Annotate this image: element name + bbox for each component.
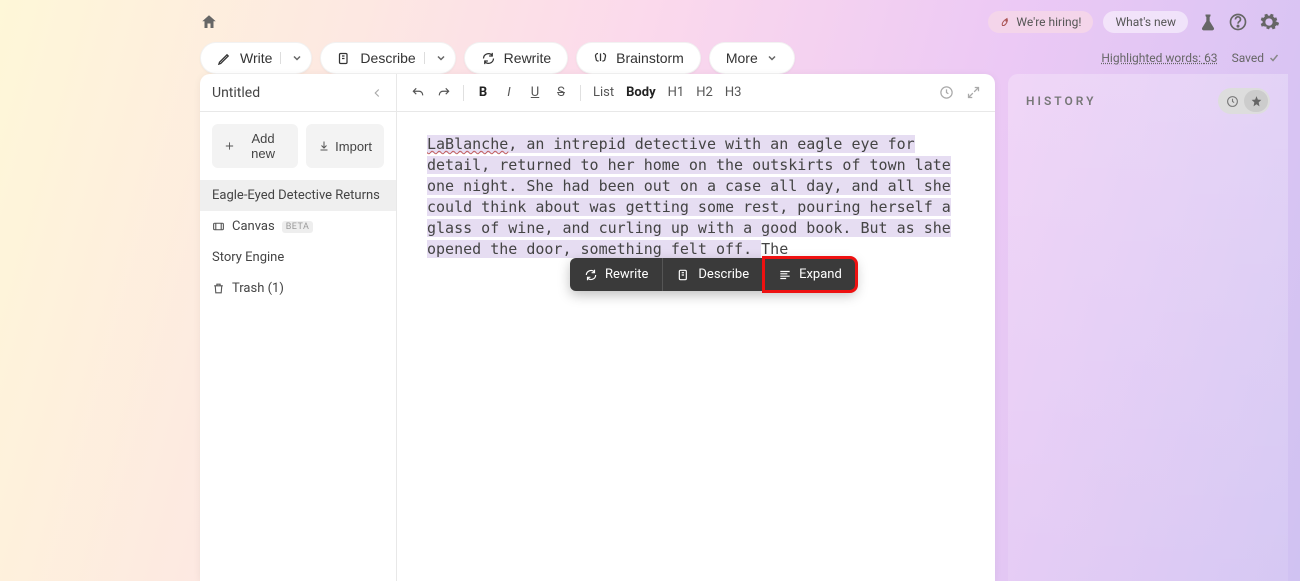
editor: B I U S List Body H1 H2 H3 LaBlanche, an…	[397, 74, 995, 581]
write-button[interactable]: Write	[200, 42, 312, 74]
sidebar-item-trash[interactable]: Trash (1)	[200, 273, 396, 304]
document-content[interactable]: LaBlanche, an intrepid detective with an…	[397, 112, 995, 282]
trailing-text: The	[761, 240, 788, 258]
body-style-button[interactable]: Body	[626, 85, 656, 100]
describe-icon	[677, 268, 691, 282]
whatsnew-label: What's new	[1115, 15, 1176, 29]
more-button[interactable]: More	[709, 42, 795, 74]
rewrite-icon	[584, 268, 598, 282]
clock-icon[interactable]	[939, 85, 954, 100]
star-icon	[1244, 90, 1268, 112]
clock-icon	[1220, 90, 1244, 112]
describe-button[interactable]: Describe	[320, 42, 455, 74]
redo-button[interactable]	[437, 86, 451, 100]
sidebar-item-canvas[interactable]: Canvas BETA	[200, 211, 396, 242]
rewrite-icon	[481, 51, 496, 66]
import-label: Import	[335, 139, 372, 154]
list-item-label: Story Engine	[212, 250, 284, 265]
highlighted-count: Highlighted words: 63	[1101, 51, 1217, 65]
write-label: Write	[240, 50, 272, 66]
expand-text-icon	[778, 268, 792, 282]
collapse-sidebar-icon[interactable]	[370, 86, 384, 100]
h1-button[interactable]: H1	[668, 85, 685, 100]
canvas-icon	[212, 220, 225, 233]
list-item-label: Eagle-Eyed Detective Returns	[212, 188, 380, 203]
h3-button[interactable]: H3	[725, 85, 742, 100]
import-button[interactable]: Import	[306, 124, 384, 168]
plus-icon	[224, 140, 235, 152]
brainstorm-button[interactable]: Brainstorm	[576, 42, 701, 74]
chevron-down-icon	[766, 52, 778, 64]
selection-toolbar: Rewrite Describe Expand	[570, 258, 856, 291]
sidebar-item-storyengine[interactable]: Story Engine	[200, 242, 396, 273]
history-toggle[interactable]	[1218, 88, 1270, 114]
sel-rewrite-button[interactable]: Rewrite	[570, 258, 663, 291]
list-button[interactable]: List	[593, 85, 614, 100]
history-panel: HISTORY	[1008, 74, 1288, 581]
sel-describe-button[interactable]: Describe	[663, 258, 764, 291]
brainstorm-icon	[593, 51, 608, 66]
expand-icon[interactable]	[966, 85, 981, 100]
describe-label: Describe	[360, 50, 415, 66]
flask-icon[interactable]	[1198, 12, 1218, 32]
more-label: More	[726, 50, 758, 66]
whatsnew-pill[interactable]: What's new	[1103, 11, 1188, 33]
sel-rewrite-label: Rewrite	[605, 267, 648, 282]
add-label: Add new	[240, 131, 286, 161]
rocket-icon	[1000, 16, 1012, 28]
history-title: HISTORY	[1026, 94, 1096, 108]
list-item-label: Canvas	[232, 219, 275, 234]
sel-expand-button[interactable]: Expand	[764, 258, 856, 291]
rewrite-button[interactable]: Rewrite	[464, 42, 568, 74]
character-name: LaBlanche	[427, 135, 508, 153]
check-icon	[1268, 52, 1280, 64]
h2-button[interactable]: H2	[696, 85, 713, 100]
home-icon[interactable]	[200, 13, 218, 31]
undo-button[interactable]	[411, 86, 425, 100]
chevron-down-icon[interactable]	[424, 52, 447, 64]
chevron-down-icon[interactable]	[280, 52, 303, 64]
hiring-label: We're hiring!	[1016, 15, 1081, 29]
sel-describe-label: Describe	[698, 267, 749, 282]
gear-icon[interactable]	[1258, 11, 1280, 33]
describe-icon	[337, 51, 352, 66]
brainstorm-label: Brainstorm	[616, 50, 684, 66]
pen-icon	[217, 51, 232, 66]
trash-icon	[212, 282, 225, 295]
strike-button[interactable]: S	[554, 85, 568, 100]
list-item-label: Trash (1)	[232, 281, 284, 296]
rewrite-label: Rewrite	[504, 50, 551, 66]
highlighted-text: , an intrepid detective with an eagle ey…	[427, 135, 951, 258]
sidebar: Untitled Add new Import Eagle-Eyed Detec…	[200, 74, 397, 581]
help-icon[interactable]	[1228, 12, 1248, 32]
sel-expand-label: Expand	[799, 267, 842, 282]
bold-button[interactable]: B	[476, 85, 490, 100]
doc-title[interactable]: Untitled	[212, 85, 260, 101]
hiring-pill[interactable]: We're hiring!	[988, 11, 1093, 33]
underline-button[interactable]: U	[528, 85, 542, 100]
download-icon	[318, 140, 330, 152]
italic-button[interactable]: I	[502, 85, 516, 100]
sidebar-item-detective[interactable]: Eagle-Eyed Detective Returns	[200, 180, 396, 211]
beta-badge: BETA	[282, 221, 314, 233]
add-new-button[interactable]: Add new	[212, 124, 298, 168]
saved-status: Saved	[1232, 51, 1280, 65]
